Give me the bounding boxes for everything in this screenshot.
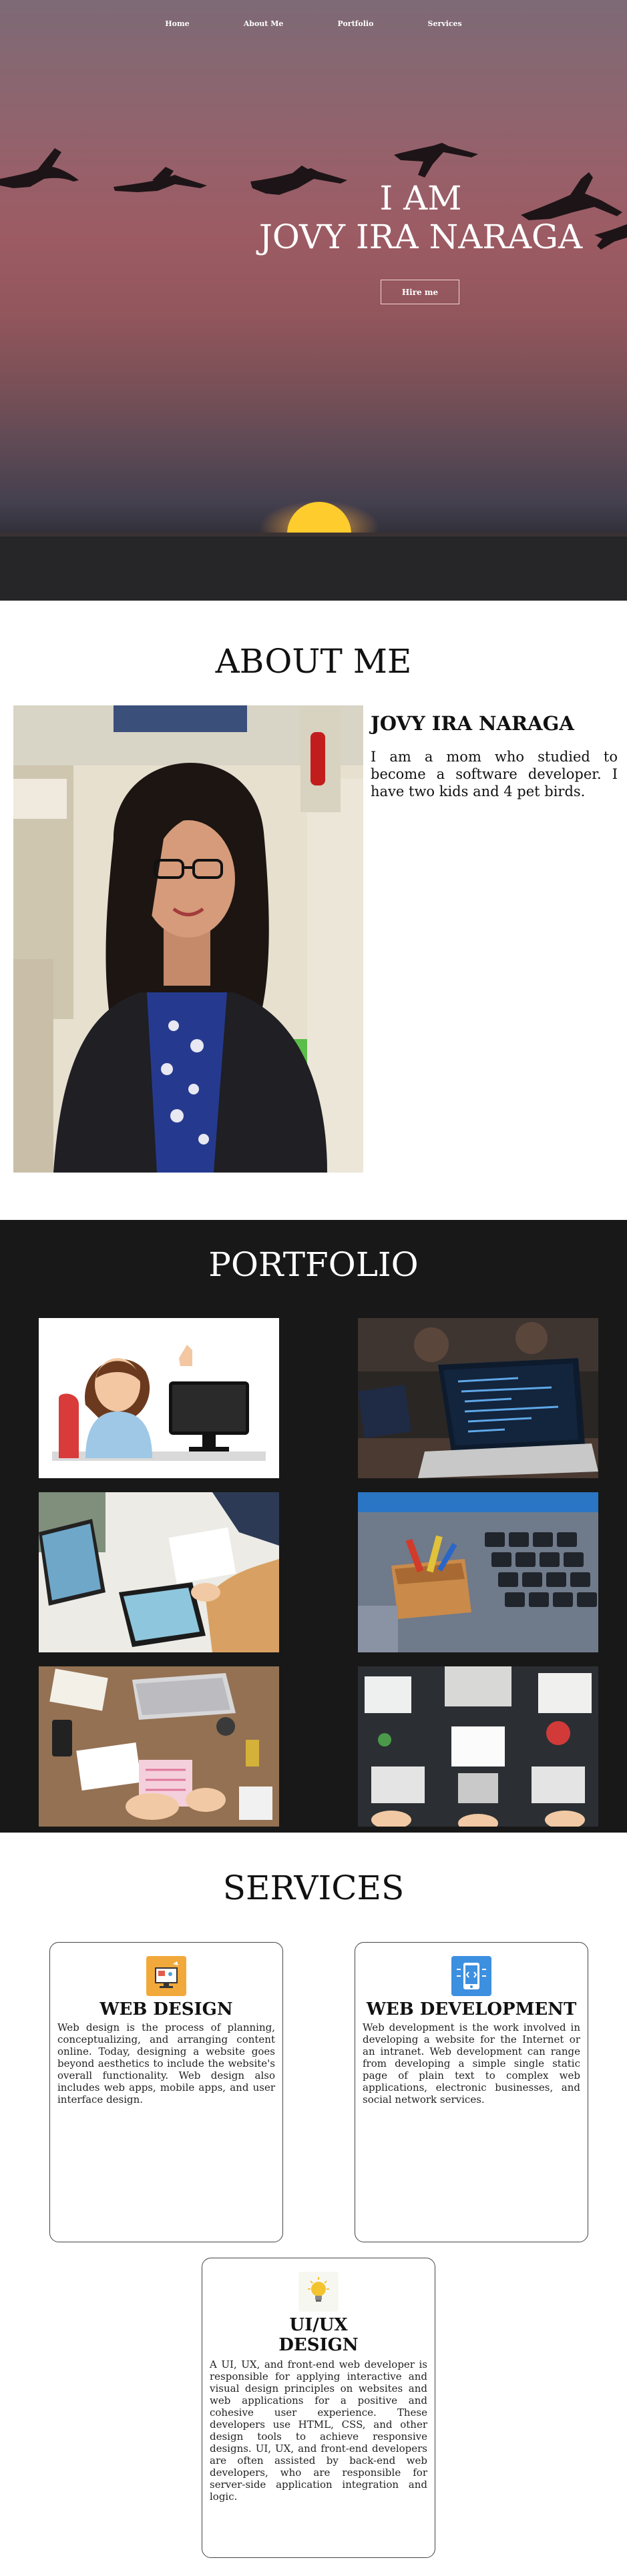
hero-title-line2: JOVY IRA NARAGA [258, 218, 583, 256]
hero-title: I AM JOVY IRA NARAGA [254, 179, 588, 256]
about-heading: ABOUT ME [215, 642, 412, 681]
sunset-cranes-background [0, 143, 627, 601]
portfolio-item-3[interactable] [39, 1492, 279, 1652]
service-title-web-development: WEB DEVELOPMENT [366, 1999, 577, 2019]
hero-title-line1: I AM [379, 179, 462, 218]
keyboard-toolbox-image [358, 1492, 598, 1652]
web-development-icon [451, 1956, 491, 1996]
service-text-web-design: Web design is the process of planning, c… [57, 2021, 275, 2106]
lightbulb-icon [298, 2272, 339, 2312]
design-desk-tablets-image [39, 1492, 279, 1652]
bird [114, 167, 207, 192]
services-heading: SERVICES [222, 1869, 405, 1907]
service-card-web-design: WEB DESIGN Web design is the process of … [49, 1942, 283, 2242]
service-card-web-development: WEB DEVELOPMENT Web development is the w… [355, 1942, 588, 2242]
hire-me-button[interactable]: Hire me [381, 280, 459, 304]
service-title-ui-ux-design: UI/UX DESIGN [202, 2315, 435, 2355]
portfolio-item-4[interactable] [358, 1492, 598, 1652]
horizon-ground [0, 533, 627, 601]
laptop-code-workspace-image [358, 1318, 598, 1478]
nav-link-home[interactable]: Home [165, 19, 189, 28]
team-laptops-desk-image [358, 1666, 598, 1827]
bird [0, 148, 79, 188]
about-name: JOVY IRA NARAGA [371, 712, 574, 735]
service-text-ui-ux-design: A UI, UX, and front-end web developer is… [210, 2358, 427, 2503]
service-title-ui-ux-line2: DESIGN [278, 2335, 359, 2355]
service-title-web-design: WEB DESIGN [99, 1999, 233, 2019]
cartoon-woman-computer-image [39, 1318, 279, 1478]
portfolio-item-2[interactable] [358, 1318, 598, 1478]
portfolio-heading: PORTFOLIO [208, 1245, 419, 1284]
nav-link-portfolio[interactable]: Portfolio [337, 19, 373, 28]
portfolio-item-5[interactable] [39, 1666, 279, 1827]
desk-laptop-planner-image [39, 1666, 279, 1827]
portfolio-item-6[interactable] [358, 1666, 598, 1827]
profile-photo-illustration [13, 705, 363, 1173]
service-text-web-development: Web development is the work involved in … [363, 2021, 580, 2106]
portfolio-item-1[interactable] [39, 1318, 279, 1478]
service-title-ui-ux-line1: UI/UX [289, 2315, 348, 2335]
main-navigation: Home About Me Portfolio Services [0, 16, 627, 29]
web-design-icon [146, 1956, 186, 1996]
profile-photo [13, 705, 363, 1173]
nav-link-about-me[interactable]: About Me [244, 19, 284, 28]
bird [594, 224, 627, 250]
bird [394, 143, 478, 178]
fire-extinguisher [310, 732, 325, 785]
hero-section: Home About Me Portfolio Services I AM JO… [0, 0, 627, 601]
portfolio-section: PORTFOLIO [0, 1220, 627, 1833]
service-card-ui-ux-design: UI/UX DESIGN A UI, UX, and front-end web… [202, 2258, 435, 2558]
about-description: I am a mom who studied to become a softw… [371, 749, 618, 799]
nav-link-services[interactable]: Services [428, 19, 462, 28]
